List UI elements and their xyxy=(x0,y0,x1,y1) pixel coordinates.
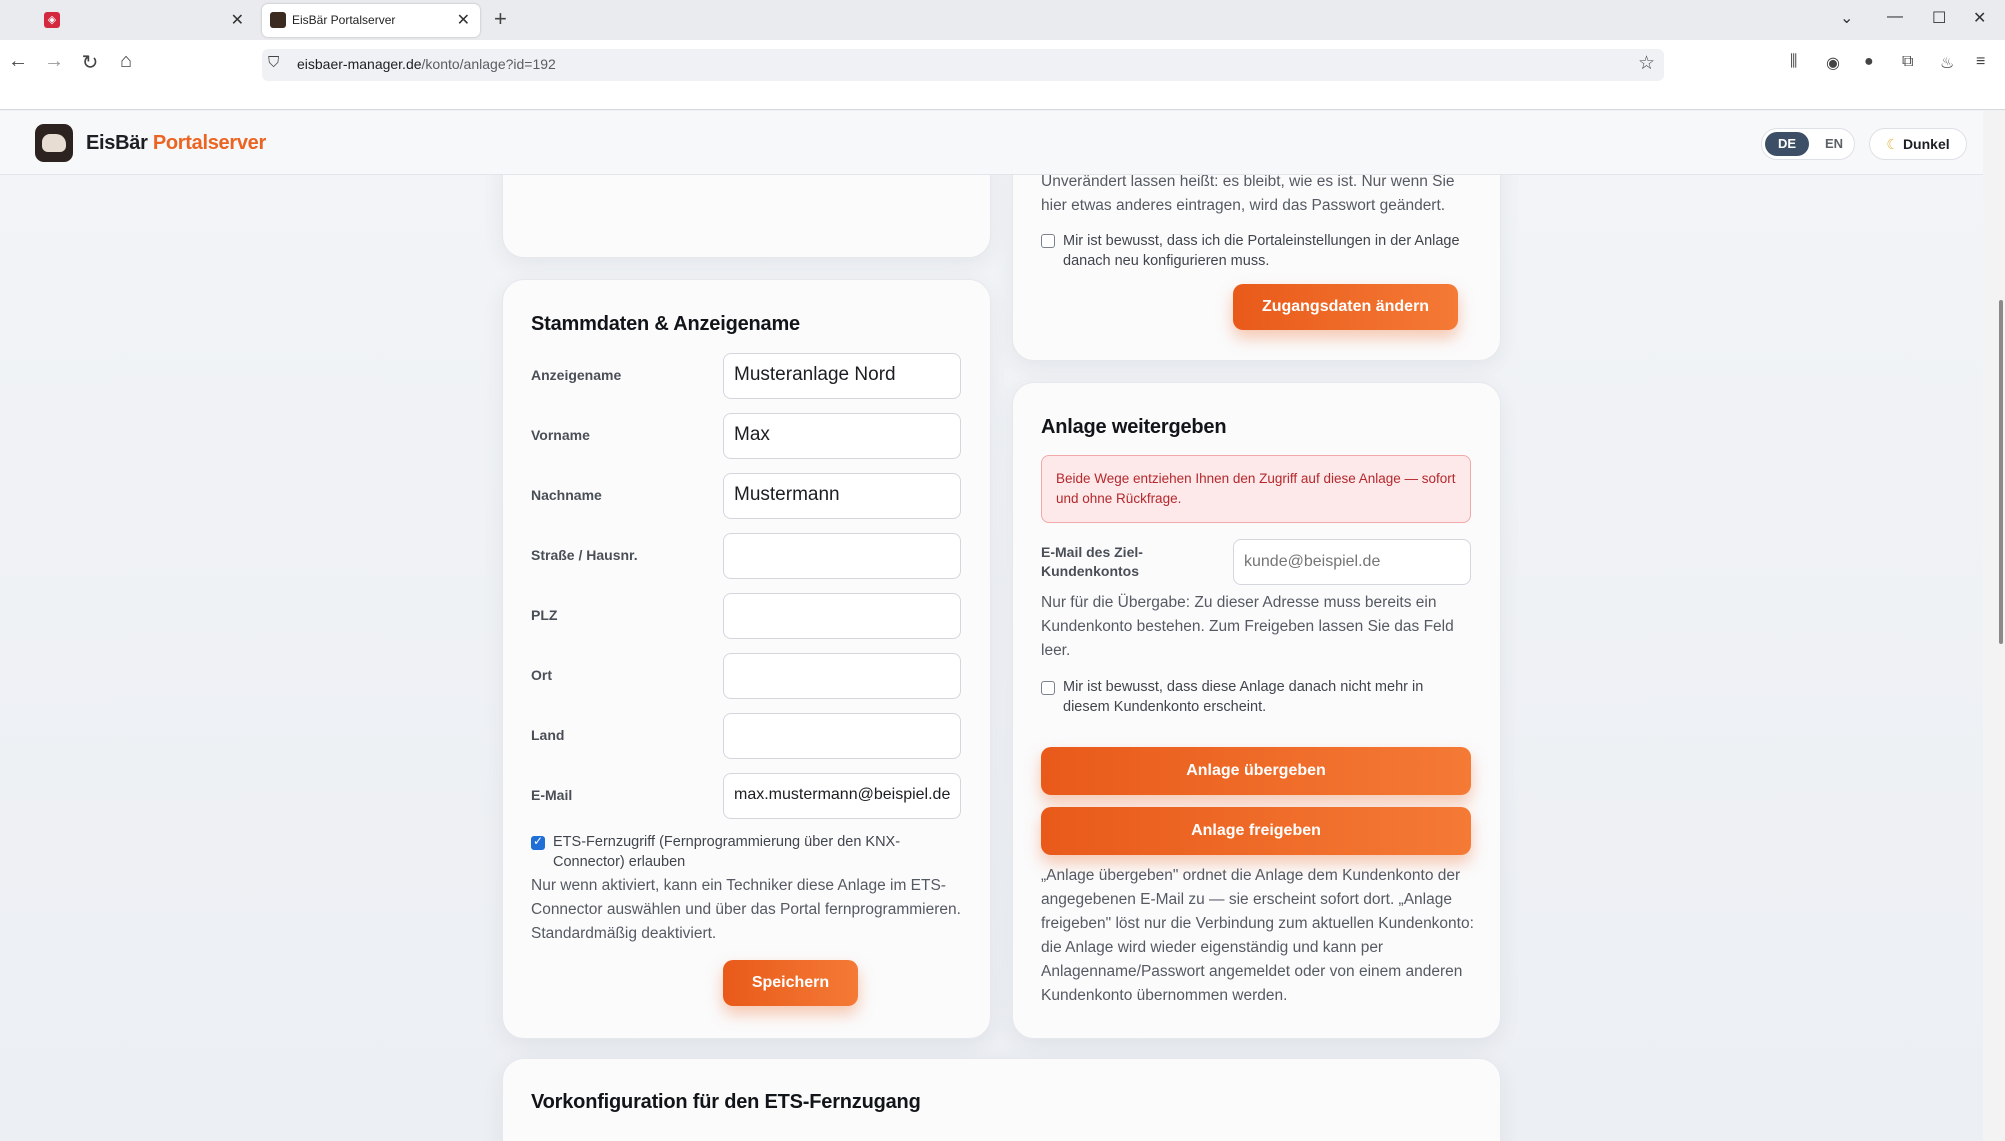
last-name-label: Nachname xyxy=(531,487,602,503)
lang-en-button[interactable]: EN xyxy=(1815,132,1853,156)
forward-icon[interactable]: → xyxy=(40,50,68,73)
country-label: Land xyxy=(531,727,565,743)
transfer-confirm-label: Mir ist bewusst, dass diese Anlage danac… xyxy=(1063,679,1424,715)
tab-title: EisBär Portalserver xyxy=(292,13,396,27)
lang-de-button[interactable]: DE xyxy=(1765,132,1809,156)
bookmark-star-icon[interactable]: ☆ xyxy=(1638,52,1655,75)
street-input[interactable] xyxy=(723,533,961,579)
street-label: Straße / Hausnr. xyxy=(531,547,638,563)
password-hint: Unverändert lassen heißt: es bleibt, wie… xyxy=(1041,173,1455,214)
minimize-icon[interactable]: — xyxy=(1887,8,1903,26)
zip-label: PLZ xyxy=(531,607,558,623)
bear-logo-icon xyxy=(35,124,73,162)
ets-remote-label: ETS-Fernzugriff (Fernprogrammierung über… xyxy=(553,834,901,870)
transfer-explanation: „Anlage übergeben" ordnet die Anlage dem… xyxy=(1041,867,1474,1004)
menu-icon[interactable]: ≡ xyxy=(1976,53,1985,71)
maximize-icon[interactable]: ☐ xyxy=(1932,8,1946,28)
target-email-label: E-Mail des Ziel-Kundenkontos xyxy=(1041,544,1143,579)
first-name-input[interactable]: Max xyxy=(723,413,961,459)
dark-mode-toggle[interactable]: ☾ Dunkel xyxy=(1869,128,1967,160)
email-input[interactable]: max.mustermann@beispiel.de xyxy=(723,773,961,819)
url-text[interactable]: eisbaer-manager.de/konto/anlage?id=192 xyxy=(297,56,556,72)
extension-cookie-icon[interactable]: ● xyxy=(1864,53,1874,71)
transfer-warning-text: Beide Wege entziehen Ihnen den Zugriff a… xyxy=(1056,471,1456,506)
app-favicon-icon: ◈ xyxy=(44,12,60,28)
library-icon[interactable]: ⫼ xyxy=(1790,53,1797,71)
bear-favicon-icon xyxy=(270,12,286,28)
app-header: EisBär Portalserver DE EN ☾ Dunkel xyxy=(0,111,1983,175)
city-label: Ort xyxy=(531,667,552,683)
scrollbar-thumb[interactable] xyxy=(1999,300,2003,644)
city-input[interactable] xyxy=(723,653,961,699)
email-label: E-Mail xyxy=(531,787,573,803)
site-info-icon[interactable]: ⛉ xyxy=(268,54,279,71)
language-switch: DE EN xyxy=(1761,128,1855,160)
target-email-hint: Nur für die Übergabe: Zu dieser Adresse … xyxy=(1041,594,1454,659)
transfer-confirm-checkbox[interactable] xyxy=(1041,681,1055,695)
back-icon[interactable]: ← xyxy=(4,50,32,73)
last-name-input[interactable]: Mustermann xyxy=(723,473,961,519)
browser-tabbar: ◈ ✕ EisBär Portalserver ✕ + ⌄ — ☐ ✕ xyxy=(0,0,2005,40)
save-button[interactable]: Speichern xyxy=(723,960,858,1006)
release-button[interactable]: Anlage freigeben xyxy=(1041,807,1471,855)
ets-preconfig-title: Vorkonfiguration für den ETS-Fernzugang xyxy=(531,1091,921,1113)
page-viewport: EisBär Portalserver DE EN ☾ Dunkel Unverä… xyxy=(0,111,1983,1141)
firefox-icon[interactable]: ♨ xyxy=(1940,53,1954,73)
master-data-title: Stammdaten & Anzeigename xyxy=(531,313,800,335)
display-name-input[interactable]: Musteranlage Nord xyxy=(723,353,961,399)
home-icon[interactable]: ⌂ xyxy=(112,50,140,73)
zip-input[interactable] xyxy=(723,593,961,639)
tab-list-icon[interactable]: ⌄ xyxy=(1840,8,1853,28)
target-email-input[interactable] xyxy=(1233,539,1471,585)
transfer-warning: Beide Wege entziehen Ihnen den Zugriff a… xyxy=(1041,455,1471,523)
ets-remote-checkbox[interactable] xyxy=(531,834,545,850)
close-window-icon[interactable]: ✕ xyxy=(1973,8,1986,28)
transfer-title: Anlage weitergeben xyxy=(1041,416,1227,438)
display-name-label: Anzeigename xyxy=(531,367,622,383)
country-input[interactable] xyxy=(723,713,961,759)
credentials-confirm-label: Mir ist bewusst, dass ich die Portaleins… xyxy=(1063,233,1460,269)
account-icon[interactable]: ◉ xyxy=(1826,53,1840,73)
change-credentials-button[interactable]: Zugangsdaten ändern xyxy=(1233,284,1458,330)
reload-icon[interactable]: ↻ xyxy=(76,50,104,75)
first-name-label: Vorname xyxy=(531,427,590,443)
moon-icon: ☾ xyxy=(1886,136,1899,152)
new-tab-icon[interactable]: + xyxy=(494,6,507,32)
handover-button[interactable]: Anlage übergeben xyxy=(1041,747,1471,795)
ets-remote-hint: Nur wenn aktiviert, kann ein Techniker d… xyxy=(531,877,961,942)
extensions-icon[interactable]: ⧉ xyxy=(1902,53,1913,71)
brand-name[interactable]: EisBär Portalserver xyxy=(86,132,266,155)
browser-tab-1[interactable]: ◈ ✕ xyxy=(34,4,254,37)
browser-tab-2[interactable]: EisBär Portalserver ✕ xyxy=(262,4,480,37)
browser-navbar: ← → ↻ ⌂ ⛉ eisbaer-manager.de/konto/anlag… xyxy=(0,40,2005,110)
tab-close-icon[interactable]: ✕ xyxy=(231,10,244,30)
tab-close-icon[interactable]: ✕ xyxy=(457,10,470,30)
credentials-confirm-checkbox[interactable] xyxy=(1041,234,1055,248)
